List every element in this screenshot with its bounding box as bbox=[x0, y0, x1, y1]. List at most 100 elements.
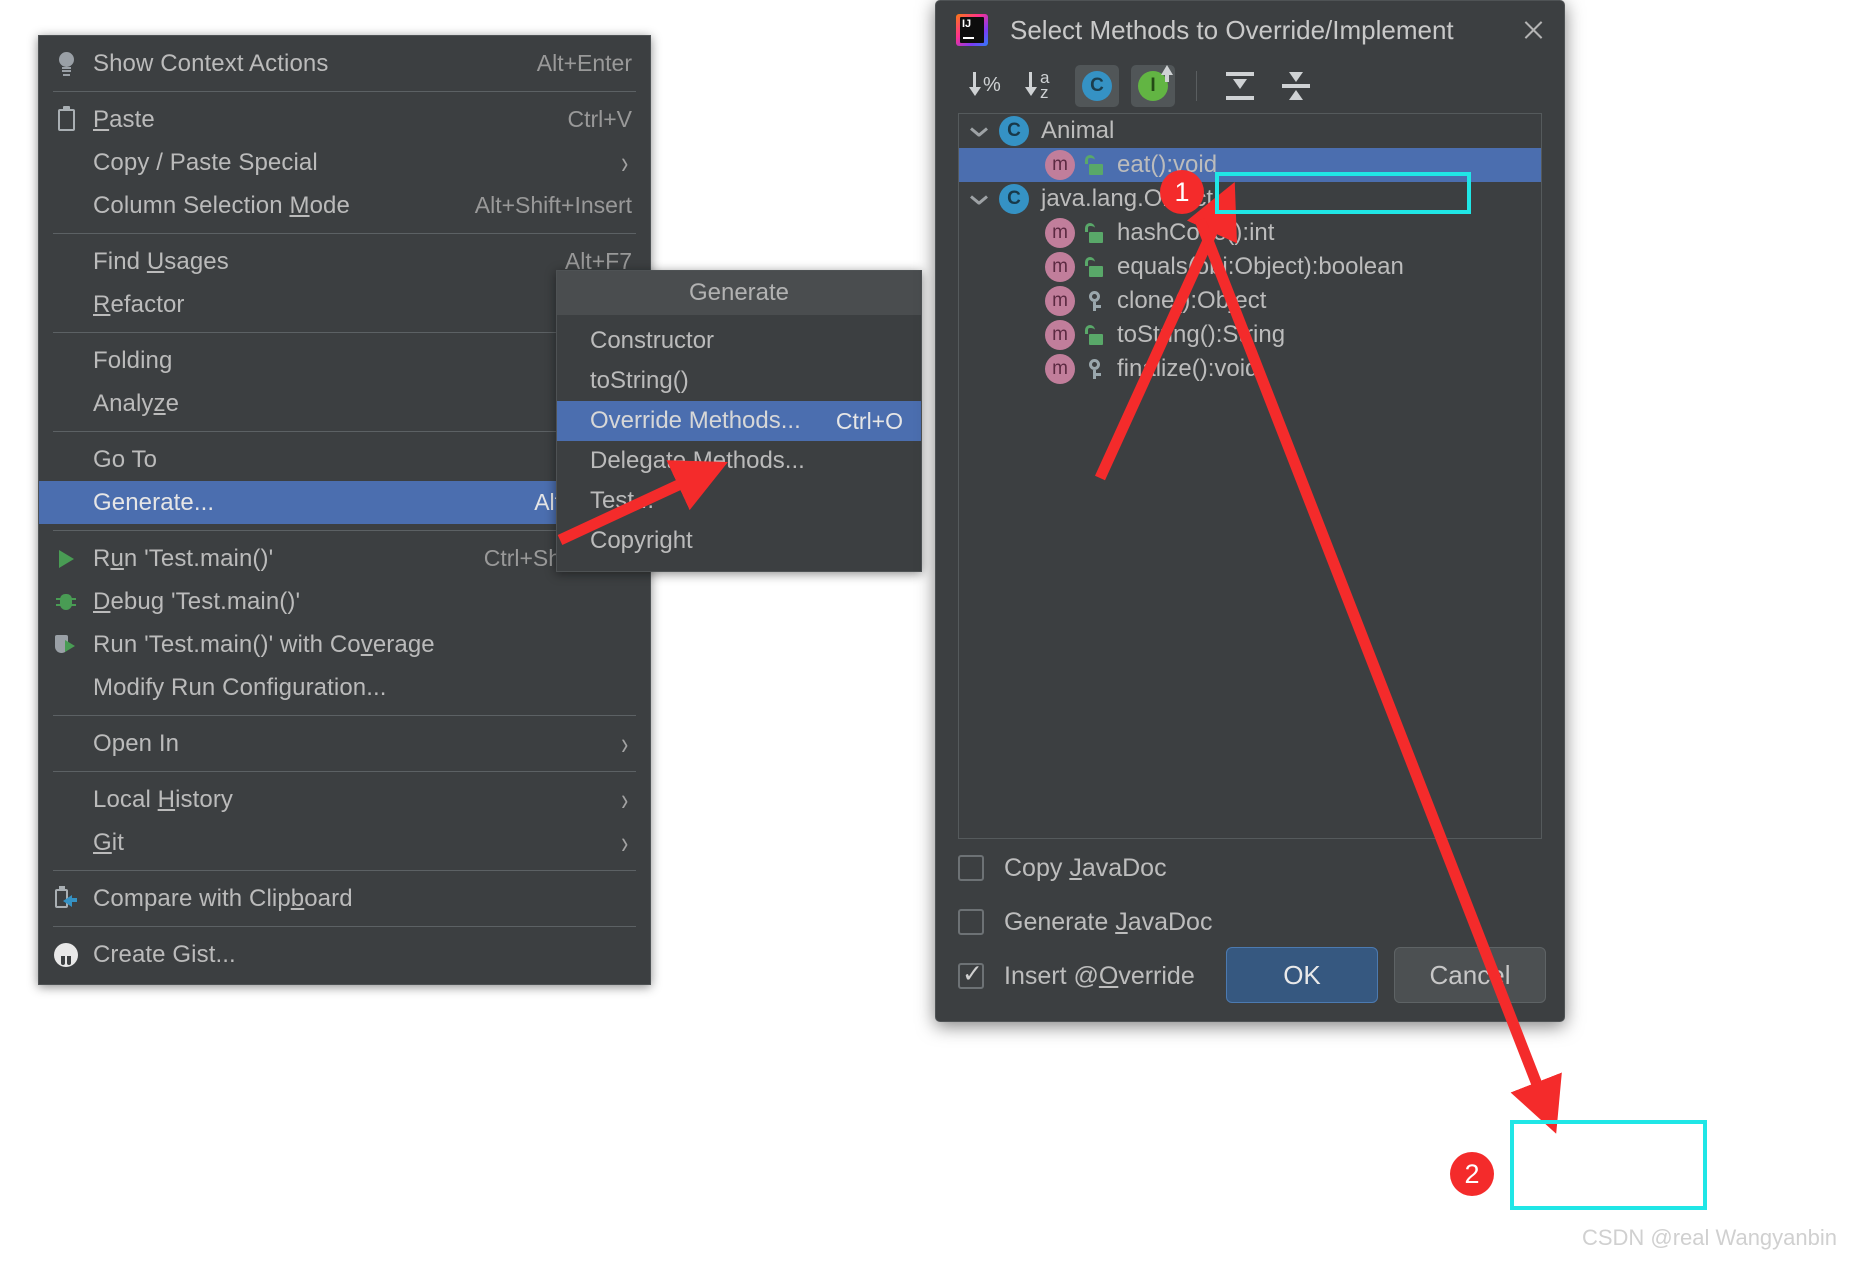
lightbulb-icon bbox=[58, 51, 75, 76]
context-menu-item-shortcut: Alt+Enter bbox=[536, 50, 632, 76]
context-menu-item-label: Open In bbox=[93, 729, 180, 757]
method-icon: m bbox=[1045, 252, 1075, 282]
step-badge-1: 1 bbox=[1160, 170, 1204, 214]
generate-menu-item-label: Delegate Methods... bbox=[590, 447, 805, 474]
context-menu-item-label: Analyze bbox=[93, 389, 180, 417]
expand-all-icon[interactable] bbox=[1218, 65, 1262, 107]
chevron-right-icon: › bbox=[620, 143, 628, 180]
context-menu-item[interactable]: Modify Run Configuration... bbox=[39, 666, 650, 709]
context-menu-item-label: Debug 'Test.main()' bbox=[93, 587, 301, 615]
method-icon: m bbox=[1045, 354, 1075, 384]
checkbox[interactable] bbox=[958, 855, 984, 881]
watermark: CSDN @real Wangyanbin bbox=[1581, 1225, 1837, 1250]
compare-clipboard-icon bbox=[55, 885, 77, 910]
tree-method-row[interactable]: m equals(obj:Object):boolean bbox=[959, 250, 1541, 284]
chevron-down-icon[interactable] bbox=[959, 127, 999, 136]
methods-tree[interactable]: C Animal m eat():void Cjava.lang.Object m hash… bbox=[958, 113, 1542, 839]
generate-popup-menu[interactable]: Generate Constructor toString() Override M… bbox=[556, 270, 922, 572]
menu-item-icon bbox=[39, 105, 93, 131]
checkbox[interactable] bbox=[958, 959, 984, 989]
context-menu-item[interactable]: Run 'Test.main()' with Coverage bbox=[39, 623, 650, 666]
public-lock-icon bbox=[1085, 223, 1105, 243]
tree-node-label: finalize():void bbox=[1117, 355, 1259, 382]
dialog-toolbar[interactable]: % az C I bbox=[936, 59, 1564, 113]
tree-node-label: toString():String bbox=[1117, 321, 1286, 348]
method-icon: m bbox=[1045, 320, 1075, 350]
tree-class-row[interactable]: Cjava.lang.Object bbox=[959, 182, 1541, 216]
menu-item-icon bbox=[39, 942, 93, 967]
context-menu-item[interactable]: Compare with Clipboard bbox=[39, 877, 650, 920]
option-label: Generate JavaDoc bbox=[1004, 907, 1213, 936]
context-menu-item-label: Modify Run Configuration... bbox=[93, 673, 387, 701]
collapse-all-icon[interactable] bbox=[1274, 65, 1318, 107]
context-menu-item-label: Refactor bbox=[93, 290, 185, 318]
context-menu-item-label: Show Context Actions bbox=[93, 49, 329, 77]
context-menu-item[interactable]: Column Selection Mode Alt+Shift+Insert bbox=[39, 184, 650, 227]
menu-separator bbox=[53, 233, 636, 234]
menu-separator bbox=[53, 332, 636, 333]
generate-menu-item[interactable]: Delegate Methods... bbox=[557, 441, 921, 481]
generate-menu-item[interactable]: Constructor bbox=[557, 321, 921, 361]
chevron-down-icon[interactable] bbox=[959, 195, 999, 204]
menu-item-icon bbox=[39, 592, 93, 612]
tree-method-row[interactable]: m toString():String bbox=[959, 318, 1541, 352]
generate-menu-item-label: Test... bbox=[590, 487, 655, 514]
annotation-highlight-ok-button bbox=[1510, 1120, 1707, 1210]
show-inherited-icon[interactable]: I bbox=[1131, 65, 1175, 107]
context-menu-item-label: Find Usages bbox=[93, 247, 229, 275]
method-icon: m bbox=[1045, 286, 1075, 316]
public-lock-icon bbox=[1085, 257, 1105, 277]
sort-by-visibility-icon[interactable]: % bbox=[963, 65, 1007, 107]
override-implement-dialog: IJ Select Methods to Override/Implement … bbox=[935, 0, 1565, 1022]
tree-node-label: hashCode():int bbox=[1117, 219, 1275, 246]
context-menu-item-label: Compare with Clipboard bbox=[93, 884, 353, 912]
generate-popup-list[interactable]: Constructor toString() Override Methods...… bbox=[557, 315, 921, 571]
tree-method-row[interactable]: m finalize():void bbox=[959, 352, 1541, 386]
menu-separator bbox=[53, 870, 636, 871]
generate-menu-item[interactable]: toString() bbox=[557, 361, 921, 401]
checkbox[interactable] bbox=[958, 909, 984, 935]
context-menu-item[interactable]: Copy / Paste Special › bbox=[39, 141, 650, 184]
sort-alphabetically-icon[interactable]: az bbox=[1019, 65, 1063, 107]
menu-item-icon bbox=[39, 51, 93, 76]
menu-item-icon bbox=[39, 549, 93, 568]
tree-method-row[interactable]: m hashCode():int bbox=[959, 216, 1541, 250]
generate-menu-item-label: toString() bbox=[590, 367, 689, 394]
context-menu-item[interactable]: Git › bbox=[39, 821, 650, 864]
context-menu-item[interactable]: Show Context Actions Alt+Enter bbox=[39, 42, 650, 85]
tree-node-label: equals(obj:Object):boolean bbox=[1117, 253, 1404, 280]
chevron-right-icon: › bbox=[620, 724, 628, 761]
tree-method-row[interactable]: m eat():void bbox=[959, 148, 1541, 182]
generate-menu-item[interactable]: Test... bbox=[557, 481, 921, 521]
context-menu-item-shortcut: Alt+Shift+Insert bbox=[474, 192, 632, 218]
close-icon[interactable] bbox=[1516, 13, 1550, 47]
context-menu-item-label: Paste bbox=[93, 105, 155, 133]
option-label: Insert @Override bbox=[1004, 961, 1195, 990]
cancel-button[interactable]: Cancel bbox=[1394, 947, 1546, 1003]
method-icon: m bbox=[1045, 150, 1075, 180]
public-lock-icon bbox=[1085, 325, 1105, 345]
tree-node-label: clone():Object bbox=[1117, 287, 1267, 314]
tree-class-row[interactable]: C Animal bbox=[959, 114, 1541, 148]
generate-menu-item[interactable]: Copyright bbox=[557, 521, 921, 561]
context-menu-item-label: Run 'Test.main()' with Coverage bbox=[93, 630, 435, 658]
menu-separator bbox=[53, 926, 636, 927]
context-menu-item-label: Create Gist... bbox=[93, 940, 236, 968]
context-menu-item[interactable]: Local History › bbox=[39, 778, 650, 821]
context-menu-item[interactable]: Paste Ctrl+V bbox=[39, 98, 650, 141]
option-row[interactable]: Generate JavaDoc bbox=[958, 895, 1544, 949]
ok-button[interactable]: OK bbox=[1226, 947, 1378, 1003]
context-menu-item[interactable]: Open In › bbox=[39, 722, 650, 765]
context-menu-item-label: Column Selection Mode bbox=[93, 191, 350, 219]
class-icon: C bbox=[999, 184, 1029, 214]
public-lock-icon bbox=[1085, 155, 1105, 175]
tree-method-row[interactable]: m clone():Object bbox=[959, 284, 1541, 318]
option-row[interactable]: Copy JavaDoc bbox=[958, 841, 1544, 895]
context-menu-item[interactable]: Create Gist... bbox=[39, 933, 650, 976]
context-menu-item[interactable]: Debug 'Test.main()' bbox=[39, 580, 650, 623]
show-classes-icon[interactable]: C bbox=[1075, 65, 1119, 107]
generate-menu-item-label: Override Methods... bbox=[590, 407, 801, 434]
github-icon bbox=[54, 942, 78, 967]
generate-menu-item[interactable]: Override Methods... Ctrl+O bbox=[557, 401, 921, 441]
context-menu-item-label: Go To bbox=[93, 445, 158, 473]
